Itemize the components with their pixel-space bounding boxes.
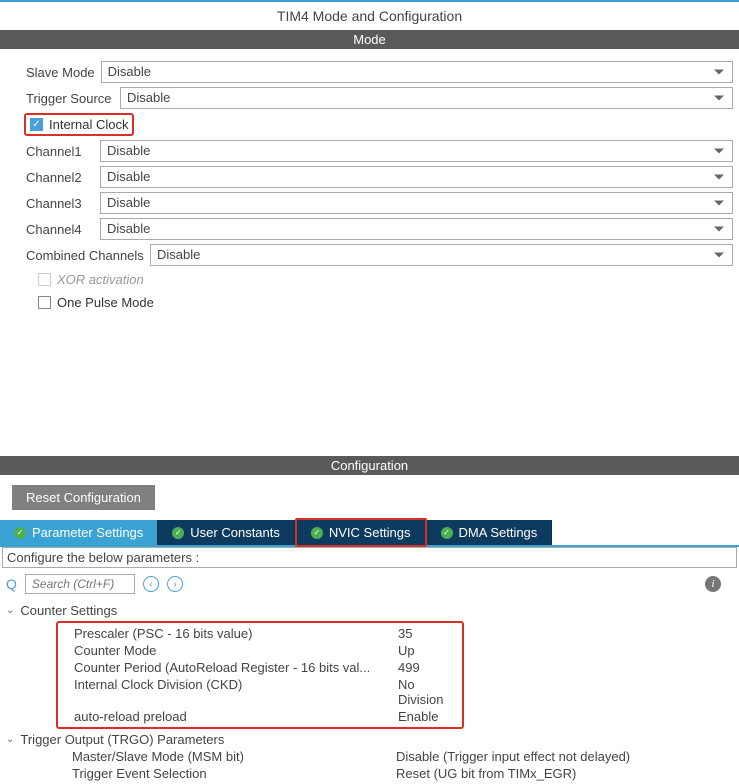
table-row[interactable]: Counter Mode Up (58, 642, 462, 659)
table-row[interactable]: Trigger Event Selection Reset (UG bit fr… (56, 765, 739, 782)
table-row[interactable]: Internal Clock Division (CKD) No Divisio… (58, 676, 462, 708)
config-tabs: ✓ Parameter Settings ✓ User Constants ✓ … (0, 520, 739, 547)
config-section-header: Configuration (0, 456, 739, 475)
combined-channels-dropdown[interactable]: Disable (150, 244, 733, 266)
internal-clock-label: Internal Clock (49, 117, 128, 132)
tab-dma-settings[interactable]: ✓ DMA Settings (427, 520, 553, 545)
table-row[interactable]: Prescaler (PSC - 16 bits value) 35 (58, 625, 462, 642)
check-icon: ✓ (311, 527, 323, 539)
search-icon[interactable]: Q (6, 576, 17, 592)
xor-label: XOR activation (57, 272, 144, 287)
table-row[interactable]: auto-reload preload Enable (58, 708, 462, 725)
tab-parameter-settings[interactable]: ✓ Parameter Settings (0, 520, 158, 545)
config-subtitle: Configure the below parameters : (2, 547, 737, 568)
counter-settings-group[interactable]: ⌄ Counter Settings (6, 602, 739, 619)
xor-checkbox (38, 273, 51, 286)
page-title: TIM4 Mode and Configuration (0, 2, 739, 30)
tab-user-constants[interactable]: ✓ User Constants (158, 520, 295, 545)
search-prev-button[interactable]: ‹ (143, 576, 159, 592)
channel4-label: Channel4 (26, 222, 94, 237)
check-icon: ✓ (172, 527, 184, 539)
channel3-dropdown[interactable]: Disable (100, 192, 733, 214)
slave-mode-label: Slave Mode (26, 65, 95, 80)
slave-mode-dropdown[interactable]: Disable (101, 61, 733, 83)
mode-section-header: Mode (0, 30, 739, 49)
table-row[interactable]: Master/Slave Mode (MSM bit) Disable (Tri… (56, 748, 739, 765)
channel2-dropdown[interactable]: Disable (100, 166, 733, 188)
internal-clock-highlight: ✓ Internal Clock (24, 113, 134, 136)
check-icon: ✓ (441, 527, 453, 539)
trgo-parameters-group[interactable]: ⌄ Trigger Output (TRGO) Parameters (6, 731, 739, 748)
counter-settings-highlight: Prescaler (PSC - 16 bits value) 35 Count… (56, 621, 464, 729)
internal-clock-checkbox[interactable]: ✓ (30, 118, 43, 131)
table-row[interactable]: Counter Period (AutoReload Register - 16… (58, 659, 462, 676)
channel1-label: Channel1 (26, 144, 94, 159)
one-pulse-label: One Pulse Mode (57, 295, 154, 310)
tab-nvic-settings[interactable]: ✓ NVIC Settings (295, 518, 427, 547)
search-input[interactable] (25, 574, 135, 594)
trigger-source-label: Trigger Source (26, 91, 114, 106)
chevron-down-icon: ⌄ (6, 605, 14, 616)
channel2-label: Channel2 (26, 170, 94, 185)
reset-configuration-button[interactable]: Reset Configuration (12, 485, 155, 510)
channel4-dropdown[interactable]: Disable (100, 218, 733, 240)
channel1-dropdown[interactable]: Disable (100, 140, 733, 162)
one-pulse-checkbox[interactable] (38, 296, 51, 309)
info-icon[interactable]: i (705, 576, 721, 592)
trigger-source-dropdown[interactable]: Disable (120, 87, 733, 109)
mode-panel: Slave Mode Disable Trigger Source Disabl… (0, 49, 739, 346)
combined-channels-label: Combined Channels (26, 248, 144, 263)
search-next-button[interactable]: › (167, 576, 183, 592)
chevron-down-icon: ⌄ (6, 734, 14, 745)
check-icon: ✓ (14, 527, 26, 539)
channel3-label: Channel3 (26, 196, 94, 211)
